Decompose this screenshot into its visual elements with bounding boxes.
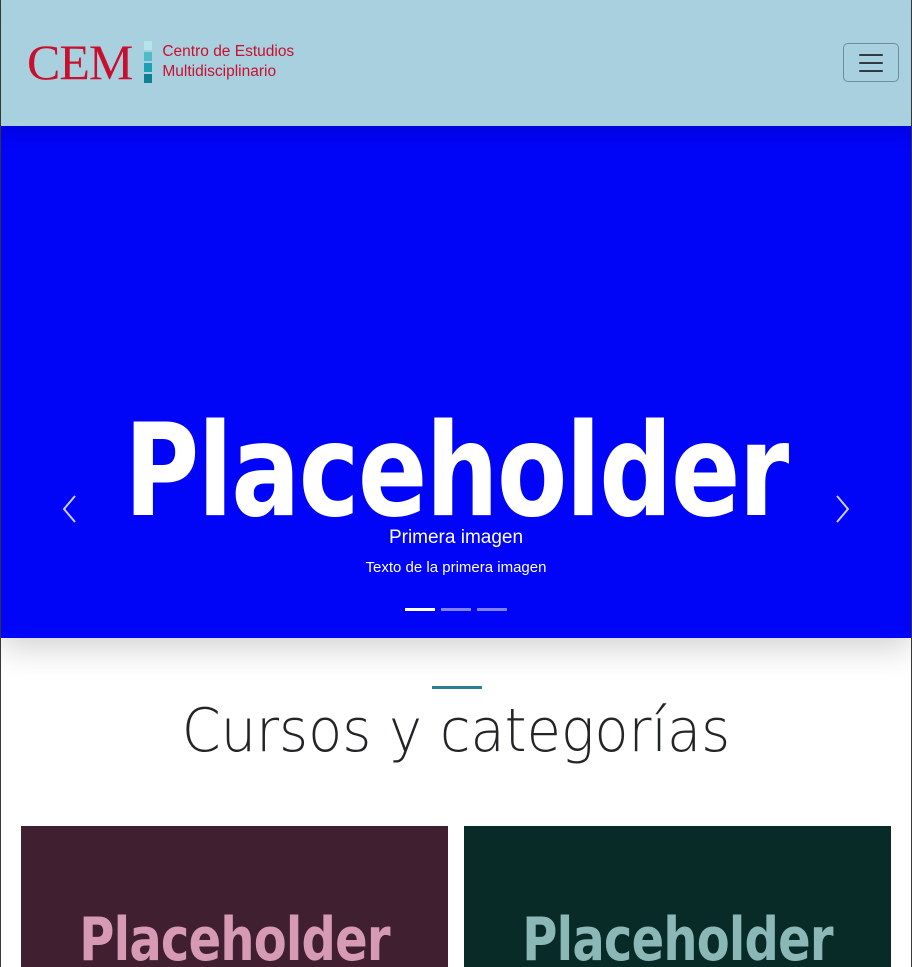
- category-cards: Placeholder Placeholder: [21, 826, 891, 967]
- category-card[interactable]: Placeholder: [21, 826, 448, 967]
- card-placeholder: Placeholder: [522, 905, 833, 967]
- chevron-left-icon: [62, 495, 76, 523]
- carousel-slide-placeholder: Placeholder: [124, 397, 789, 546]
- chevron-right-icon: [836, 495, 850, 523]
- carousel-indicator-1[interactable]: [405, 608, 435, 611]
- card-placeholder: Placeholder: [79, 905, 390, 967]
- brand-short: CEM: [27, 34, 133, 90]
- hamburger-menu-icon: [859, 53, 883, 72]
- brand-name-line2: Multidisciplinario: [162, 63, 277, 80]
- brand-name-line1: Centro de Estudios: [162, 43, 295, 60]
- carousel-indicators: [1, 608, 911, 611]
- carousel-caption-text: Texto de la primera imagen: [365, 559, 547, 576]
- courses-section-header: Cursos y categorías: [1, 638, 911, 826]
- brand-bar-icon: [144, 41, 153, 83]
- carousel-indicator-2[interactable]: [441, 608, 471, 611]
- navbar: CEM Centro de Estudios Multidisciplinari…: [1, 0, 911, 126]
- category-card[interactable]: Placeholder: [464, 826, 891, 967]
- carousel-indicator-3[interactable]: [477, 608, 507, 611]
- carousel-next-button[interactable]: [827, 492, 857, 526]
- hero-carousel: Placeholder Primera imagen Texto de la p…: [1, 126, 911, 638]
- section-accent-rule: [432, 686, 482, 689]
- carousel-caption: Primera imagen Texto de la primera image…: [1, 526, 911, 578]
- carousel-prev-button[interactable]: [55, 492, 85, 526]
- navbar-toggler-button[interactable]: [843, 43, 899, 82]
- carousel-caption-title: Primera imagen: [388, 527, 524, 548]
- section-title: Cursos y categorías: [181, 696, 731, 766]
- brand-logo-link[interactable]: CEM Centro de Estudios Multidisciplinari…: [27, 34, 294, 90]
- brand-name: Centro de Estudios Multidisciplinario: [162, 42, 294, 82]
